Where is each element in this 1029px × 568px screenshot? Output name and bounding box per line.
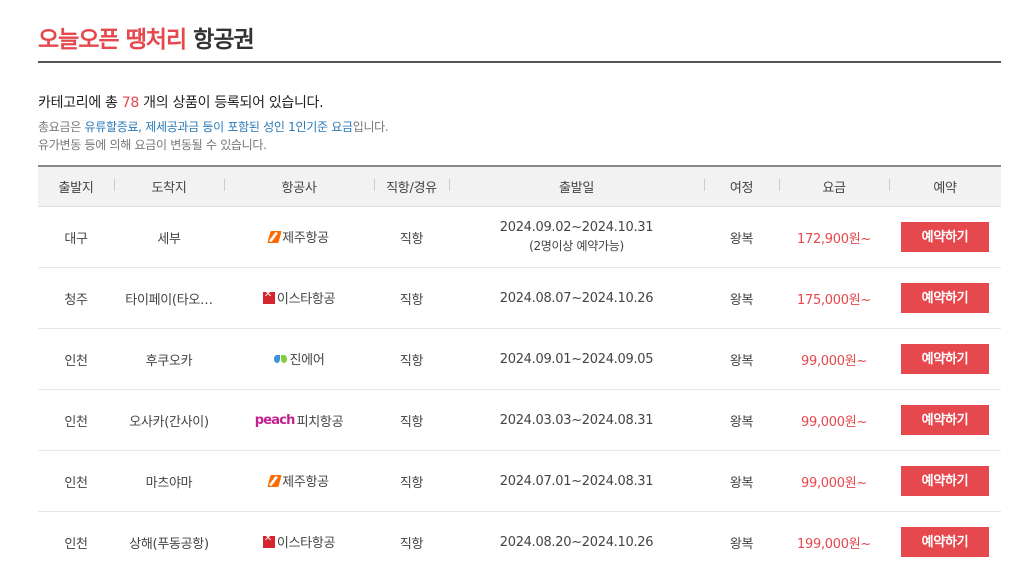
- jeju-air-logo-icon: [267, 474, 282, 487]
- jin-air-logo-icon: [273, 353, 288, 365]
- date-cell: 2024.07.01~2024.08.31: [499, 473, 654, 489]
- trip-cell: 왕복: [729, 536, 754, 552]
- date-cell: 2024.09.02~2024.10.31 (2명이상 예약가능): [449, 219, 704, 255]
- table-row[interactable]: 인천 마츠야마 제주항공 직항 2024.07.01~2024.08.31 왕복…: [38, 451, 1001, 512]
- trip-cell: 왕복: [729, 231, 754, 247]
- trip-cell: 왕복: [729, 292, 754, 308]
- route-cell: 직항: [399, 353, 424, 369]
- airline-cell: 이스타항공: [262, 532, 335, 551]
- jeju-air-logo-icon: [267, 230, 282, 243]
- price-cell: 99,000원~: [801, 414, 867, 430]
- eastar-jet-logo-icon: [262, 289, 275, 304]
- route-cell: 직항: [399, 536, 424, 552]
- header-date: 출발일: [449, 177, 704, 196]
- header-route: 직항/경유: [374, 177, 449, 196]
- arrival-cell: 타이페이(타오…: [125, 292, 213, 308]
- table-row[interactable]: 인천 후쿠오카 진에어 직항 2024.09.01~2024.09.05 왕복 …: [38, 329, 1001, 390]
- price-cell: 199,000원~: [797, 536, 871, 552]
- reserve-button[interactable]: 예약하기: [901, 283, 989, 313]
- departure-cell: 청주: [64, 292, 88, 308]
- departure-cell: 인천: [64, 536, 88, 552]
- departure-cell: 인천: [64, 414, 88, 430]
- page-title-accent: 오늘오픈 땡처리: [38, 27, 187, 53]
- airline-cell: 제주항공: [267, 471, 329, 490]
- peach-logo-icon: peach: [254, 412, 296, 428]
- date-note: (2명이상 예약가능): [529, 239, 624, 253]
- table-row[interactable]: 대구 세부 제주항공 직항 2024.09.02~2024.10.31 (2명이상…: [38, 207, 1001, 268]
- price-note-highlight: 유류할증료, 제세공과금 등이 포함된 성인 1인기준 요금: [84, 120, 353, 134]
- date-cell: 2024.08.20~2024.10.26: [499, 534, 654, 550]
- header-trip: 여정: [704, 177, 779, 196]
- header-airline: 항공사: [224, 177, 374, 196]
- price-cell: 175,000원~: [797, 292, 871, 308]
- reserve-button[interactable]: 예약하기: [901, 466, 989, 496]
- arrival-cell: 세부: [157, 231, 181, 247]
- reserve-button[interactable]: 예약하기: [901, 222, 989, 252]
- page-title: 오늘오픈 땡처리 항공권: [38, 20, 255, 54]
- trip-cell: 왕복: [729, 353, 754, 369]
- date-cell: 2024.03.03~2024.08.31: [499, 412, 654, 428]
- header-departure: 출발지: [58, 181, 94, 196]
- airline-cell: 이스타항공: [262, 288, 335, 307]
- arrival-cell: 후쿠오카: [145, 353, 193, 369]
- route-cell: 직항: [399, 414, 424, 430]
- table-row[interactable]: 청주 타이페이(타오… 이스타항공 직항 2024.08.07~2024.10.…: [38, 268, 1001, 329]
- title-divider: [38, 61, 1001, 63]
- date-cell: 2024.08.07~2024.10.26: [499, 290, 654, 306]
- table-row[interactable]: 인천 오사카(간사이) peach 피치항공 직항 2024.03.03~2024…: [38, 390, 1001, 451]
- arrival-cell: 오사카(간사이): [129, 414, 209, 430]
- airline-cell: 제주항공: [267, 227, 329, 246]
- reserve-button[interactable]: 예약하기: [901, 527, 989, 557]
- route-cell: 직항: [399, 475, 424, 491]
- header-reserve: 예약: [889, 177, 1001, 196]
- product-count: 78: [121, 95, 140, 111]
- reserve-button[interactable]: 예약하기: [901, 344, 989, 374]
- page-title-rest: 항공권: [193, 27, 254, 53]
- eastar-jet-logo-icon: [262, 533, 275, 548]
- header-arrival: 도착지: [114, 177, 224, 196]
- arrival-cell: 마츠야마: [145, 475, 193, 491]
- airline-cell: 진에어: [273, 349, 325, 368]
- route-cell: 직항: [399, 292, 424, 308]
- header-price: 요금: [779, 177, 889, 196]
- trip-cell: 왕복: [729, 414, 754, 430]
- price-note: 총요금은 유류할증료, 제세공과금 등이 포함된 성인 1인기준 요금입니다.: [38, 120, 389, 134]
- route-cell: 직항: [399, 231, 424, 247]
- date-cell: 2024.09.01~2024.09.05: [499, 351, 654, 367]
- table-header: 출발지 도착지 항공사 직항/경유 출발일 여정 요금 예약: [38, 165, 1001, 207]
- departure-cell: 인천: [64, 475, 88, 491]
- flight-table: 출발지 도착지 항공사 직항/경유 출발일 여정 요금 예약 대구 세부 제주항…: [38, 165, 1001, 568]
- arrival-cell: 상해(푸동공항): [129, 536, 209, 552]
- price-cell: 172,900원~: [797, 231, 871, 247]
- departure-cell: 인천: [64, 353, 88, 369]
- airline-cell: peach 피치항공: [254, 412, 344, 430]
- category-summary: 카테고리에 총 78 개의 상품이 등록되어 있습니다.: [38, 95, 324, 111]
- table-row[interactable]: 인천 상해(푸동공항) 이스타항공 직항 2024.08.20~2024.10.…: [38, 512, 1001, 568]
- reserve-button[interactable]: 예약하기: [901, 405, 989, 435]
- price-change-note: 유가변동 등에 의해 요금이 변동될 수 있습니다.: [38, 138, 267, 152]
- price-cell: 99,000원~: [801, 353, 867, 369]
- departure-cell: 대구: [64, 231, 88, 247]
- trip-cell: 왕복: [729, 475, 754, 491]
- price-cell: 99,000원~: [801, 475, 867, 491]
